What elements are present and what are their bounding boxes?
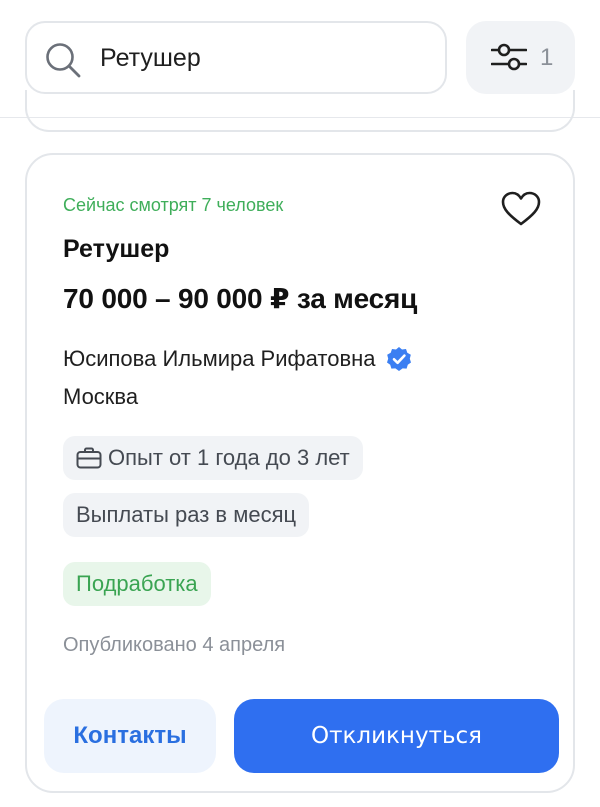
experience-tag: Опыт от 1 года до 3 лет xyxy=(63,436,363,480)
heart-icon[interactable] xyxy=(501,191,541,227)
city: Москва xyxy=(63,384,139,409)
published-date: Опубликовано 4 апреля xyxy=(63,634,286,656)
briefcase-icon xyxy=(76,447,102,469)
salary: 70 000 – 90 000 ₽ за месяц xyxy=(63,283,418,314)
employer-name: Юсипова Ильмира Рифатовна xyxy=(63,346,376,371)
filter-count: 1 xyxy=(540,44,554,71)
filter-button[interactable]: 1 xyxy=(466,21,575,94)
employment-type-tag: Подработка xyxy=(63,562,211,606)
apply-button[interactable]: Откликнуться xyxy=(234,699,559,773)
search-field[interactable]: Ретушер xyxy=(25,21,447,94)
employer: Юсипова Ильмира Рифатовна xyxy=(63,346,412,372)
sliders-icon xyxy=(491,43,527,71)
previous-card-edge xyxy=(25,90,575,132)
verified-badge-icon xyxy=(386,347,411,371)
contacts-button[interactable]: Контакты xyxy=(44,699,216,773)
experience-label: Опыт от 1 года до 3 лет xyxy=(108,445,350,470)
vacancy-card[interactable]: Сейчас смотрят 7 человек Ретушер 70 000 … xyxy=(25,153,575,793)
viewers-count: Сейчас смотрят 7 человек xyxy=(63,195,284,215)
vacancy-title[interactable]: Ретушер xyxy=(63,235,169,264)
search-icon xyxy=(46,43,81,78)
payments-tag: Выплаты раз в месяц xyxy=(63,493,310,537)
search-input[interactable]: Ретушер xyxy=(100,23,201,93)
